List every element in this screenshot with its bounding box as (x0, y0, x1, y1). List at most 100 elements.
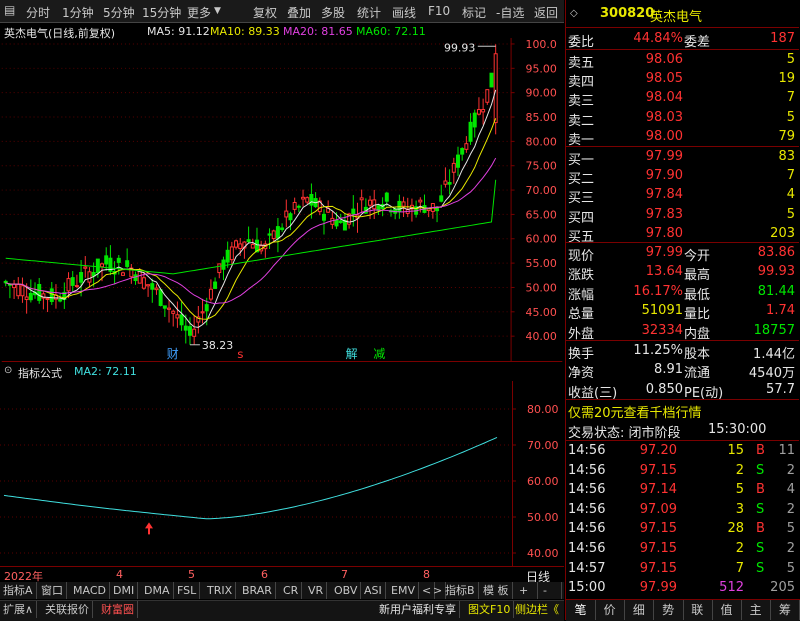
tab-more[interactable]: 更多 (187, 4, 211, 21)
stat-value: 51091 (641, 303, 683, 319)
collapse-icon[interactable]: ◇ (570, 8, 578, 19)
new-user-benefit-link[interactable]: 新用户福利专享 (376, 601, 460, 618)
candle-body (229, 246, 234, 261)
related-quote-tab[interactable]: 关联报价 (42, 601, 93, 618)
tick-price: 97.99 (639, 580, 677, 596)
sidebar-toggle-link[interactable]: 侧边栏《 (512, 601, 562, 618)
candle-body (418, 199, 423, 203)
tab-trix[interactable]: TRIX (204, 582, 237, 599)
price-tick-label: 75.00 (525, 160, 556, 173)
buy-row[interactable]: 买四 97.83 5 (566, 205, 799, 226)
mark-button[interactable]: 标记 (462, 4, 486, 21)
reduce-marker[interactable]: 减 (373, 347, 385, 361)
tick-volume: 7 (735, 560, 744, 576)
stats-button[interactable]: 统计 (357, 4, 381, 21)
candle-body (87, 271, 92, 283)
event-marker-s[interactable]: s (237, 347, 243, 361)
tab-15min[interactable]: 15分钟 (142, 4, 181, 21)
promo-row[interactable]: 仅需20元查看千档行情 (566, 400, 799, 421)
quote-footer-tab[interactable]: 筹 (770, 600, 800, 620)
promo-text[interactable]: 仅需20元查看千档行情 (568, 402, 702, 421)
tick-time: 14:56 (568, 501, 606, 517)
candle-body (271, 230, 276, 240)
menu-icon[interactable]: ▤ (4, 3, 15, 17)
candlestick-chart[interactable]: 100.0 95.00 90.00 85.00 80.00 75.00 70.00 65.00… (0, 38, 564, 362)
quote-footer-tab[interactable]: 价 (595, 600, 626, 620)
indicator-collapse-icon[interactable]: ⊙ (4, 365, 12, 376)
tab-template[interactable]: 模 板 (480, 582, 513, 599)
wealth-circle-tab[interactable]: 财富圈 (98, 601, 138, 618)
more-chevron-icon[interactable]: ▼ (214, 6, 221, 16)
quote-footer-tab[interactable]: 主 (741, 600, 772, 620)
trade-status: 交易状态: 闭市阶段 (568, 426, 681, 441)
tab-macd[interactable]: MACD (70, 582, 110, 599)
indicator-title[interactable]: 指标公式 (18, 365, 62, 381)
tab-minute[interactable]: 分时 (26, 4, 50, 21)
stat-label: 内盘 (684, 326, 711, 342)
sell-row[interactable]: 卖一 98.00 79 (566, 127, 799, 148)
tab-cr[interactable]: CR (280, 582, 303, 599)
f10-button[interactable]: F10 (428, 4, 450, 18)
multi-stock-button[interactable]: 多股 (321, 4, 345, 21)
indicator-chart[interactable]: 80.00 70.00 60.00 50.00 40.00 (0, 381, 564, 566)
sell-row[interactable]: 卖二 98.03 5 (566, 108, 799, 129)
tab-indicator-b[interactable]: 指标B (442, 582, 479, 599)
tick-row[interactable]: 15:00 97.99 512 205 (566, 578, 799, 598)
tick-row[interactable]: 14:56 97.15 2 S 2 (566, 539, 799, 559)
unlock-marker[interactable]: 解 (346, 347, 358, 361)
quote-footer-tab[interactable]: 细 (624, 600, 655, 620)
tab-5min[interactable]: 5分钟 (103, 4, 135, 21)
fundamental-value: 11.25% (633, 343, 683, 358)
stock-header: ◇ 300820 英杰电气 (566, 4, 799, 25)
tab-obv[interactable]: OBV (331, 582, 362, 599)
draw-line-button[interactable]: 画线 (392, 4, 416, 21)
sell-row[interactable]: 卖三 98.04 7 (566, 88, 799, 109)
tick-row[interactable]: 14:56 97.15 28 B 5 (566, 519, 799, 539)
tab-brar[interactable]: BRAR (239, 582, 276, 599)
fundamental-value: 4540万 (748, 366, 795, 382)
adjust-button[interactable]: 复权 (253, 4, 277, 21)
tab-fsl[interactable]: FSL (174, 582, 201, 599)
quote-footer-tab[interactable]: 联 (683, 600, 713, 620)
tick-row[interactable]: 14:56 97.14 5 B 4 (566, 480, 799, 500)
ma60-value: MA60: 72.11 (356, 25, 426, 38)
watchlist-button[interactable]: -自选 (496, 4, 524, 21)
buy-row[interactable]: 买三 97.84 4 (566, 185, 799, 206)
ma10-line (5, 118, 497, 320)
tick-row[interactable]: 14:57 97.15 7 S 5 (566, 559, 799, 579)
tab-asi[interactable]: ASI (361, 582, 386, 599)
buy-row[interactable]: 买二 97.90 7 (566, 166, 799, 187)
tab-1min[interactable]: 1分钟 (62, 4, 94, 21)
fundamental-label: 净资 (568, 366, 595, 382)
quote-footer-tab[interactable]: 值 (712, 600, 742, 620)
quote-footer-tab[interactable]: 笔 (566, 600, 596, 620)
sell-row[interactable]: 卖五 98.06 5 (566, 50, 799, 71)
candle-body (66, 278, 71, 292)
add-pane-button[interactable]: + (516, 582, 538, 599)
tick-row[interactable]: 14:56 97.20 15 B 11 (566, 441, 799, 461)
tab-indicator-a[interactable]: 指标A (0, 582, 37, 599)
tick-count: 11 (778, 443, 795, 458)
tick-row[interactable]: 14:56 97.15 2 S 2 (566, 461, 799, 481)
price-tick-label: 45.00 (525, 306, 556, 319)
buy-row[interactable]: 买五 97.80 203 (566, 224, 799, 245)
low-price-label: 38.23 (202, 339, 233, 352)
month-label: 7 (341, 568, 348, 581)
f10-graphic-link[interactable]: 图文F10 (465, 601, 515, 618)
tab-dmi[interactable]: DMI (110, 582, 139, 599)
tick-row[interactable]: 14:56 97.09 3 S 2 (566, 500, 799, 520)
fundamental-label: 收益(三) (568, 385, 618, 401)
sell-row[interactable]: 卖四 98.05 19 (566, 69, 799, 90)
tab-vr[interactable]: VR (305, 582, 328, 599)
tab-window[interactable]: 窗口 (38, 582, 67, 599)
back-button[interactable]: 返回 (534, 4, 558, 21)
buy-row[interactable]: 买一 97.99 83 (566, 147, 799, 168)
tab-dma[interactable]: DMA (141, 582, 174, 599)
quote-footer-tab[interactable]: 势 (654, 600, 684, 620)
finance-marker[interactable]: 财 (167, 347, 179, 361)
candle-body (183, 325, 188, 331)
expand-button[interactable]: 扩展∧ (0, 601, 38, 618)
tab-emv[interactable]: EMV (388, 582, 419, 599)
overlay-button[interactable]: 叠加 (287, 4, 311, 21)
remove-pane-button[interactable]: - (540, 582, 562, 599)
